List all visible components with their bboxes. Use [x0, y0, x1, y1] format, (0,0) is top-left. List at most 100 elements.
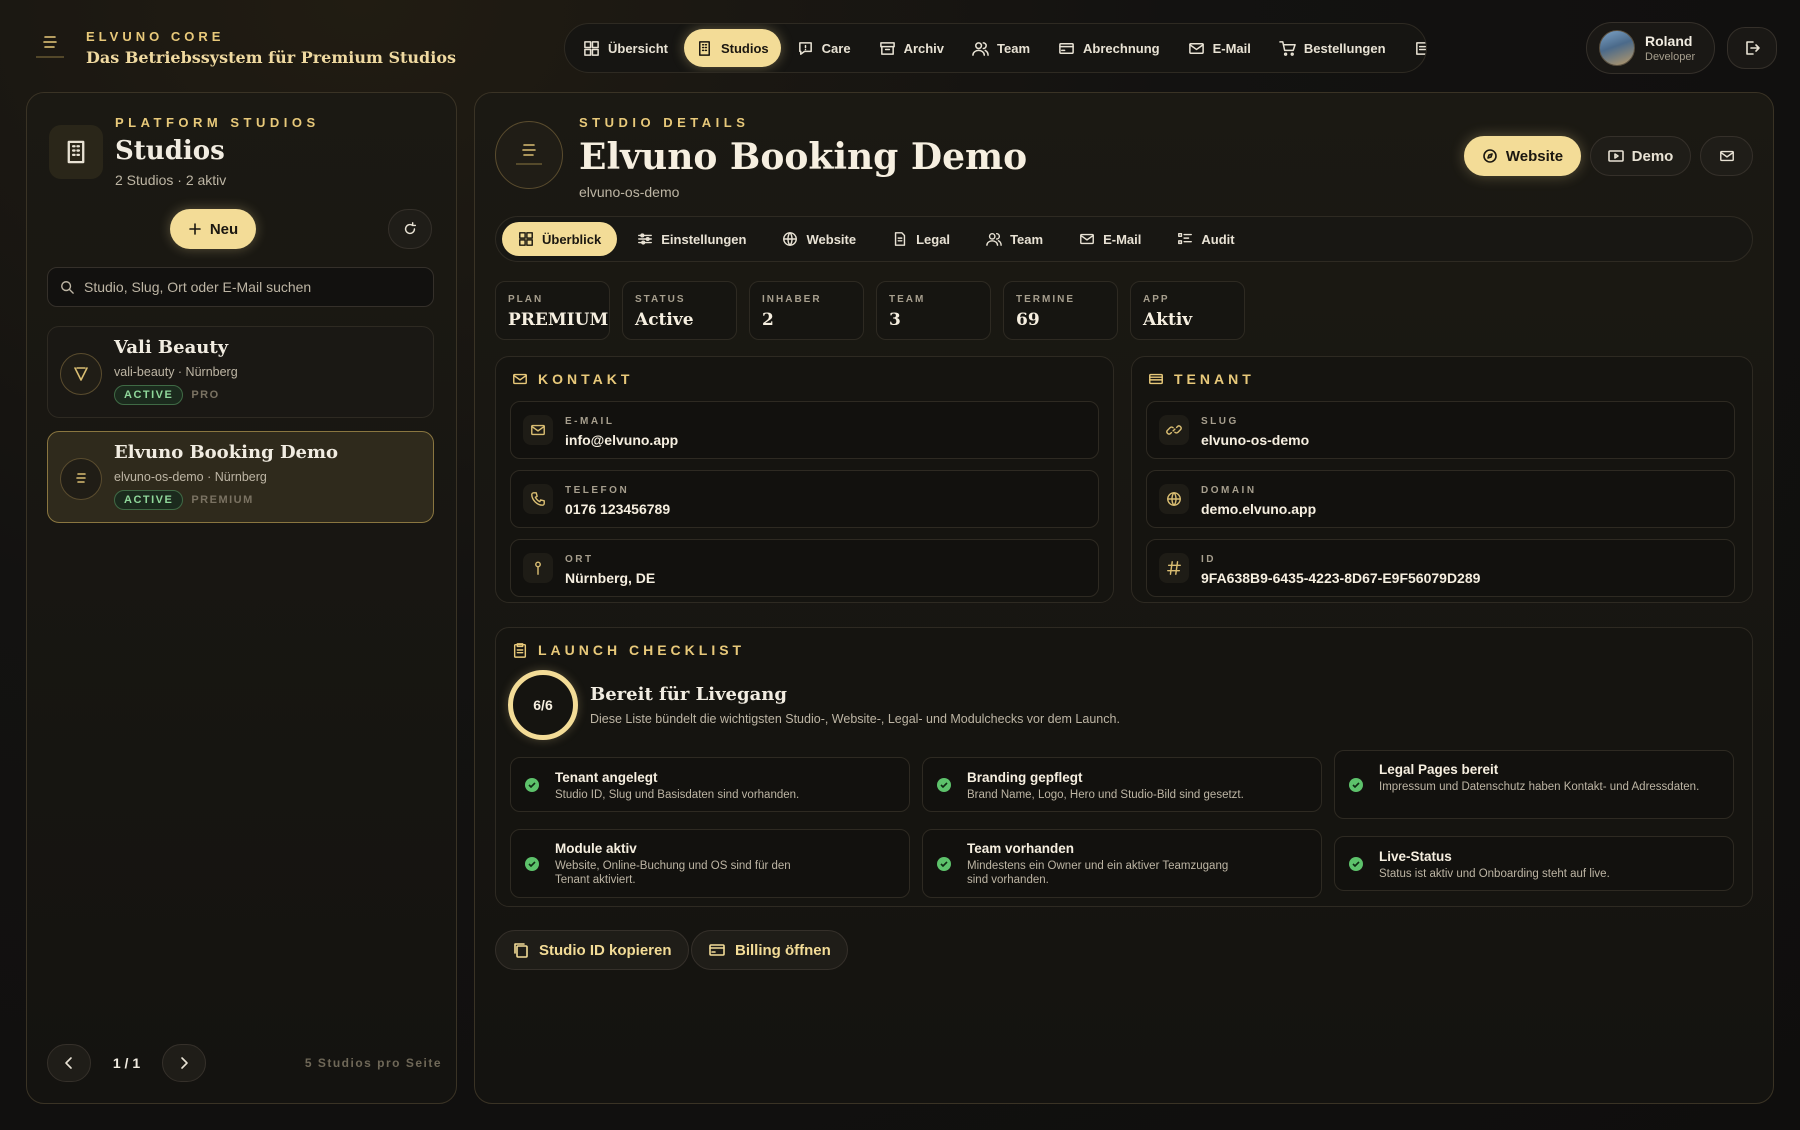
studio-slug: elvuno-os-demo: [579, 184, 680, 200]
stat-value: 3: [889, 310, 901, 330]
tenant-id-field: ID 9FA638B9-6435-4223-8D67-E9F56079D289: [1146, 539, 1735, 597]
stat-value: PREMIUM: [508, 310, 609, 330]
tab-label: E-Mail: [1103, 231, 1142, 247]
nav-label: Care: [821, 40, 851, 56]
stat-plan: PLAN PREMIUM: [495, 281, 610, 340]
nav-item-team[interactable]: Team: [960, 29, 1042, 67]
studio-logo: [60, 353, 102, 395]
demo-button[interactable]: Demo: [1590, 136, 1691, 176]
status-badge: ACTIVE: [114, 385, 184, 405]
mail-icon: [1080, 233, 1094, 245]
website-button[interactable]: Website: [1464, 136, 1581, 176]
field-label: TELEFON: [565, 485, 630, 496]
stat-app: APP Aktiv: [1130, 281, 1245, 340]
card-title: LAUNCH CHECKLIST: [538, 642, 746, 658]
nav-label: Team: [997, 40, 1031, 56]
nav-label: Studios: [720, 40, 769, 56]
field-value: Nürnberg, DE: [565, 570, 656, 586]
nav-item-studios[interactable]: Studios: [683, 29, 781, 67]
cart-icon: [1279, 40, 1296, 56]
tab-website[interactable]: Website: [766, 222, 872, 256]
item-description: Studio ID, Slug und Basisdaten sind vorh…: [555, 789, 800, 801]
email-button[interactable]: [1700, 136, 1753, 176]
avatar: [1599, 30, 1635, 66]
open-billing-button[interactable]: Billing öffnen: [691, 930, 848, 970]
phone-icon: [523, 484, 553, 514]
pagination: 1 / 1 5 Studios pro Seite: [47, 1043, 442, 1083]
item-title: Branding gepflegt: [967, 770, 1083, 785]
chevron-right-icon: [181, 1057, 188, 1069]
tab-audit[interactable]: Audit: [1161, 222, 1250, 256]
nav-item-more[interactable]: [1402, 29, 1426, 67]
nav-item-care[interactable]: Care: [785, 29, 863, 67]
document-icon: [894, 232, 906, 246]
details-kicker: STUDIO DETAILS: [579, 115, 750, 130]
tenant-card: TENANT SLUG elvuno-os-demo DOMAIN demo.e…: [1131, 356, 1753, 603]
chat-icon: [798, 41, 812, 55]
refresh-icon: [404, 222, 417, 235]
card-icon: [1059, 42, 1074, 54]
tab-ueberblick[interactable]: Überblick: [502, 222, 618, 256]
new-studio-label: Neu: [209, 220, 239, 238]
nav-item-abrechnung[interactable]: Abrechnung: [1046, 29, 1172, 67]
sliders-icon: [638, 233, 653, 245]
previous-page-button[interactable]: [47, 1044, 91, 1082]
copy-studio-id-button[interactable]: Studio ID kopieren: [495, 930, 689, 970]
field-label: SLUG: [1201, 416, 1239, 427]
elvuno-logo-icon: [30, 28, 70, 68]
stat-value: 69: [1016, 310, 1040, 330]
check-icon: [937, 856, 951, 871]
studio-details-panel: STUDIO DETAILS Elvuno Booking Demo elvun…: [474, 92, 1774, 1104]
link-icon: [1159, 415, 1189, 445]
nav-item-archiv[interactable]: Archiv: [867, 29, 956, 67]
tab-email[interactable]: E-Mail: [1063, 222, 1157, 256]
stat-termine: TERMINE 69: [1003, 281, 1118, 340]
studio-title: Elvuno Booking Demo: [579, 136, 1028, 178]
archive-icon: [879, 41, 895, 55]
user-menu[interactable]: Roland Developer: [1586, 22, 1715, 74]
search-input[interactable]: [84, 279, 414, 295]
tenant-slug-field: SLUG elvuno-os-demo: [1146, 401, 1735, 459]
brand-subtitle: Das Betriebssystem für Premium Studios: [86, 48, 456, 67]
field-value: 9FA638B9-6435-4223-8D67-E9F56079D289: [1201, 570, 1481, 586]
stat-label: PLAN: [508, 294, 544, 305]
stat-team: TEAM 3: [876, 281, 991, 340]
item-title: Legal Pages bereit: [1379, 762, 1499, 777]
nav-item-bestellungen[interactable]: Bestellungen: [1267, 29, 1398, 67]
copy-studio-id-label: Studio ID kopieren: [539, 941, 672, 959]
new-studio-button[interactable]: Neu: [170, 209, 256, 249]
field-value: info@elvuno.app: [565, 432, 679, 448]
studio-meta: elvuno-os-demo · Nürnberg: [114, 470, 267, 484]
nav-item-email[interactable]: E-Mail: [1176, 29, 1263, 67]
item-title: Team vorhanden: [967, 841, 1075, 856]
nav-label: E-Mail: [1212, 40, 1251, 56]
search-field[interactable]: [47, 267, 434, 307]
plan-badge: PRO: [191, 389, 220, 401]
checklist-headline: Bereit für Livegang: [590, 684, 787, 705]
plus-icon: [189, 223, 201, 235]
stat-label: TERMINE: [1016, 294, 1075, 305]
tab-label: Legal: [916, 231, 951, 247]
tab-legal[interactable]: Legal: [876, 222, 966, 256]
logout-button[interactable]: [1727, 27, 1777, 69]
field-value: 0176 123456789: [565, 501, 671, 517]
compass-icon: [1483, 149, 1497, 163]
next-page-button[interactable]: [162, 1044, 206, 1082]
nav-label: Abrechnung: [1083, 40, 1160, 56]
studio-list-item[interactable]: Elvuno Booking Demo elvuno-os-demo · Nür…: [47, 431, 434, 523]
hash-icon: [1159, 553, 1189, 583]
refresh-button[interactable]: [388, 209, 432, 249]
contact-location-field: ORT Nürnberg, DE: [510, 539, 1099, 597]
page-indicator: 1 / 1: [112, 1055, 141, 1071]
mail-icon: [1188, 42, 1204, 54]
chevron-left-icon: [65, 1057, 72, 1069]
brand-kicker: ELVUNO CORE: [86, 29, 225, 44]
check-icon: [525, 777, 539, 792]
studio-list-item[interactable]: Vali Beauty vali-beauty · Nürnberg ACTIV…: [47, 326, 434, 418]
nav-item-uebersicht[interactable]: Übersicht: [571, 29, 680, 67]
tab-einstellungen[interactable]: Einstellungen: [621, 222, 762, 256]
launch-checklist-card: LAUNCH CHECKLIST 6/6 Bereit für Livegang…: [495, 627, 1753, 907]
tab-team[interactable]: Team: [970, 222, 1059, 256]
building-icon: [698, 40, 710, 56]
tab-label: Website: [806, 231, 857, 247]
